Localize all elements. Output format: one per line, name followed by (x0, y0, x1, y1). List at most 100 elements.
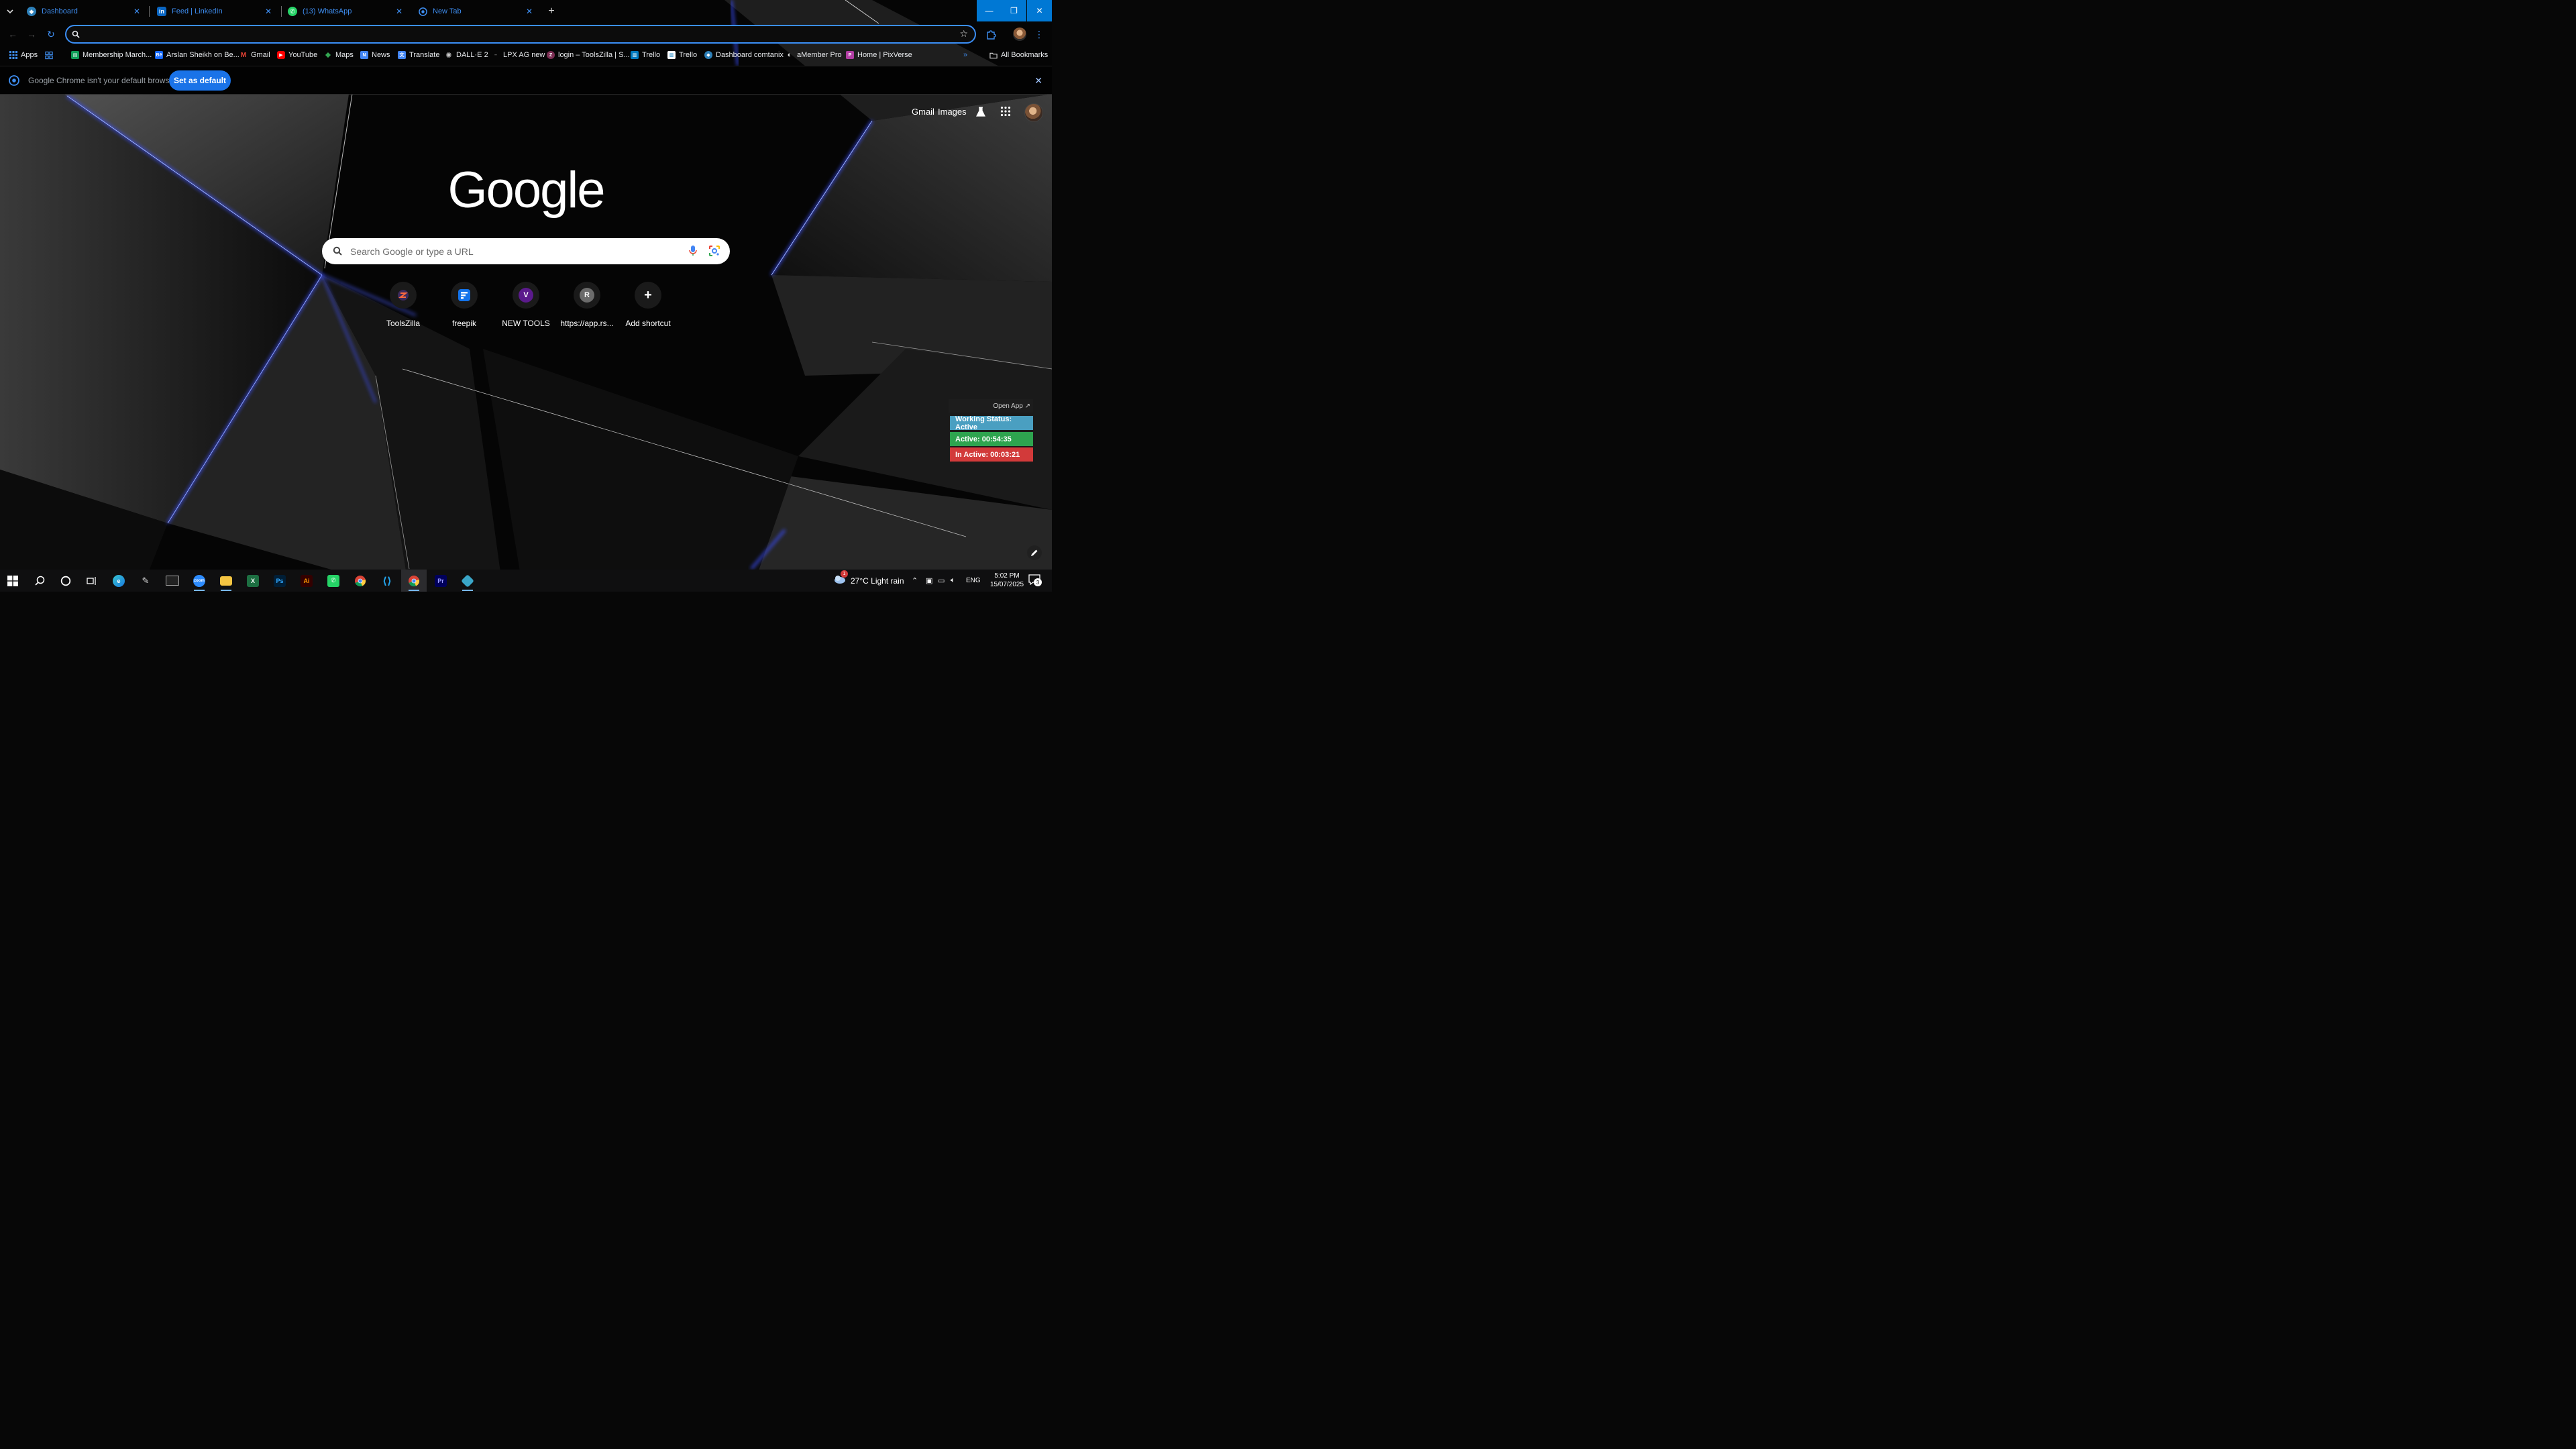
excel-icon[interactable]: X (240, 570, 266, 592)
notification-center-icon[interactable]: 3 (1028, 570, 1042, 592)
bookmark-label: Membership March... (83, 51, 152, 59)
bookmark-item[interactable]: ✺ DALL·E 2 (445, 49, 488, 61)
open-app-button[interactable]: Open App ↗ (949, 399, 1033, 413)
network-icon[interactable]: ▭ (938, 570, 945, 592)
bookmark-star-icon[interactable]: ☆ (959, 28, 968, 40)
bookmark-item[interactable]: ◐ aMember Pro (786, 49, 842, 61)
profile-avatar[interactable] (1012, 27, 1027, 42)
shortcut-label: ToolsZilla (386, 319, 420, 328)
address-bar[interactable]: ☆ (65, 25, 976, 44)
pen-tool-icon[interactable]: ✎ (133, 570, 158, 592)
trello-icon: ▥ (631, 51, 639, 59)
vscode-icon[interactable]: ⟨⟩ (374, 570, 400, 592)
bookmark-apps[interactable]: Apps (9, 49, 38, 61)
notification-count-badge: 3 (1034, 578, 1042, 586)
shortcut-toolszilla[interactable]: ToolsZilla (374, 282, 433, 333)
bookmark-tab-groups[interactable] (45, 49, 56, 61)
bookmark-label: Translate (409, 51, 440, 59)
whatsapp-desktop-icon[interactable]: ✆ (321, 570, 346, 592)
reload-icon[interactable]: ↻ (44, 27, 58, 42)
tab-close-icon[interactable]: ✕ (524, 6, 535, 17)
shortcut-new-tools[interactable]: V NEW TOOLS (496, 282, 555, 333)
chrome-active-icon[interactable] (401, 570, 427, 592)
tab-title: (13) WhatsApp (303, 7, 352, 15)
chrome-icon[interactable] (347, 570, 373, 592)
bookmark-item[interactable]: ▥ Trello (667, 49, 697, 61)
shortcut-freepik[interactable]: freepik (435, 282, 494, 333)
edge-icon[interactable]: e (106, 570, 131, 592)
bookmark-label: login – ToolsZilla | S... (558, 51, 630, 59)
photoshop-icon[interactable]: Ps (267, 570, 292, 592)
google-lens-icon[interactable] (708, 245, 720, 260)
account-avatar[interactable] (1024, 103, 1043, 122)
bookmark-item[interactable]: ▤ Membership March... (71, 49, 152, 61)
gmail-link[interactable]: Gmail (912, 107, 934, 117)
inactive-time-badge: In Active: 00:03:21 (950, 447, 1033, 462)
extensions-puzzle-icon[interactable] (983, 27, 998, 42)
tab-separator (149, 6, 150, 17)
new-tab-plus-icon[interactable]: + (544, 4, 559, 19)
language-indicator[interactable]: ENG (966, 570, 981, 592)
labs-flask-icon[interactable] (975, 106, 987, 118)
sheets-icon: ▤ (71, 51, 79, 59)
omnibox-input[interactable] (87, 28, 945, 40)
system-clock[interactable]: 5:02 PM 15/07/2025 (986, 572, 1028, 589)
tab-whatsapp[interactable]: ✆ (13) WhatsApp ✕ (282, 3, 410, 20)
kebab-menu-icon[interactable]: ⋮ (1032, 27, 1046, 42)
bookmark-item[interactable]: – LPX AG new (492, 49, 545, 61)
bookmark-item[interactable]: ⬥ Maps (324, 49, 354, 61)
bookmark-item[interactable]: Bē Arslan Sheikh on Be... (155, 49, 239, 61)
close-icon[interactable]: ✕ (1034, 75, 1042, 87)
bookmarks-overflow-chevron-icon[interactable]: » (963, 49, 967, 61)
tab-close-icon[interactable]: ✕ (394, 6, 405, 17)
windows-start-icon[interactable] (0, 570, 25, 592)
close-window-icon[interactable]: ✕ (1027, 0, 1052, 21)
google-apps-icon[interactable] (1000, 106, 1012, 118)
illustrator-icon[interactable]: Ai (294, 570, 319, 592)
tab-search-chevron-icon[interactable] (3, 4, 17, 19)
zoom-icon[interactable]: zoom (186, 570, 212, 592)
tab-linkedin[interactable]: in Feed | LinkedIn ✕ (152, 3, 279, 20)
bookmark-label: Dashboard comtanix (716, 51, 784, 59)
microphone-icon[interactable] (688, 245, 698, 260)
bookmark-item[interactable]: 文 Translate (398, 49, 439, 61)
set-as-default-button[interactable]: Set as default (169, 70, 231, 91)
tab-new-tab[interactable]: New Tab ✕ (413, 3, 540, 20)
shortcut-app-rs[interactable]: R https://app.rs... (557, 282, 616, 333)
tab-close-icon[interactable]: ✕ (263, 6, 274, 17)
show-hidden-icons-chevron-icon[interactable]: ⌃ (912, 570, 918, 592)
customize-pencil-icon[interactable] (1027, 545, 1042, 560)
cortana-circle-icon[interactable] (53, 570, 78, 592)
task-view-icon[interactable] (79, 570, 105, 592)
forward-arrow-icon[interactable]: → (24, 27, 39, 42)
bookmark-item[interactable]: M Gmail (239, 49, 270, 61)
terminal-icon[interactable] (160, 570, 185, 592)
volume-icon[interactable]: 🔈︎ (951, 570, 955, 592)
clock-date: 15/07/2025 (989, 581, 1024, 588)
ntp-search-box[interactable]: Search Google or type a URL (322, 238, 730, 264)
letter-r-icon: R (574, 282, 600, 309)
bookmark-item[interactable]: Zlogin – ToolsZilla | S... (547, 49, 630, 61)
bookmark-item[interactable]: ◆ Dashboard comtanix (704, 49, 784, 61)
back-arrow-icon[interactable]: ← (5, 27, 20, 42)
weather-alert-badge: 1 (841, 570, 848, 578)
weather-widget[interactable]: 1 27°C Light rain (833, 570, 904, 592)
all-bookmarks[interactable]: All Bookmarks (989, 49, 1048, 61)
minimize-icon[interactable]: — (977, 0, 1002, 21)
tab-dashboard[interactable]: ◆ Dashboard ✕ (21, 3, 148, 20)
premiere-icon[interactable]: Pr (428, 570, 453, 592)
restore-icon[interactable]: ❐ (1002, 0, 1026, 21)
infobar-message: Google Chrome isn't your default browser (28, 76, 177, 85)
bookmark-item[interactable]: P Home | PixVerse (846, 49, 912, 61)
file-explorer-icon[interactable] (213, 570, 239, 592)
search-icon[interactable] (27, 570, 52, 592)
time-tracker-app-icon[interactable] (455, 570, 480, 592)
bookmark-label: News (372, 51, 390, 59)
meet-now-icon[interactable]: ▣ (926, 570, 932, 592)
images-link[interactable]: Images (938, 107, 967, 117)
shortcut-add[interactable]: + Add shortcut (619, 282, 678, 333)
bookmark-item[interactable]: ▥ Trello (631, 49, 660, 61)
tab-close-icon[interactable]: ✕ (131, 6, 142, 17)
bookmark-item[interactable]: N News (360, 49, 390, 61)
bookmark-item[interactable]: ▶ YouTube (277, 49, 317, 61)
